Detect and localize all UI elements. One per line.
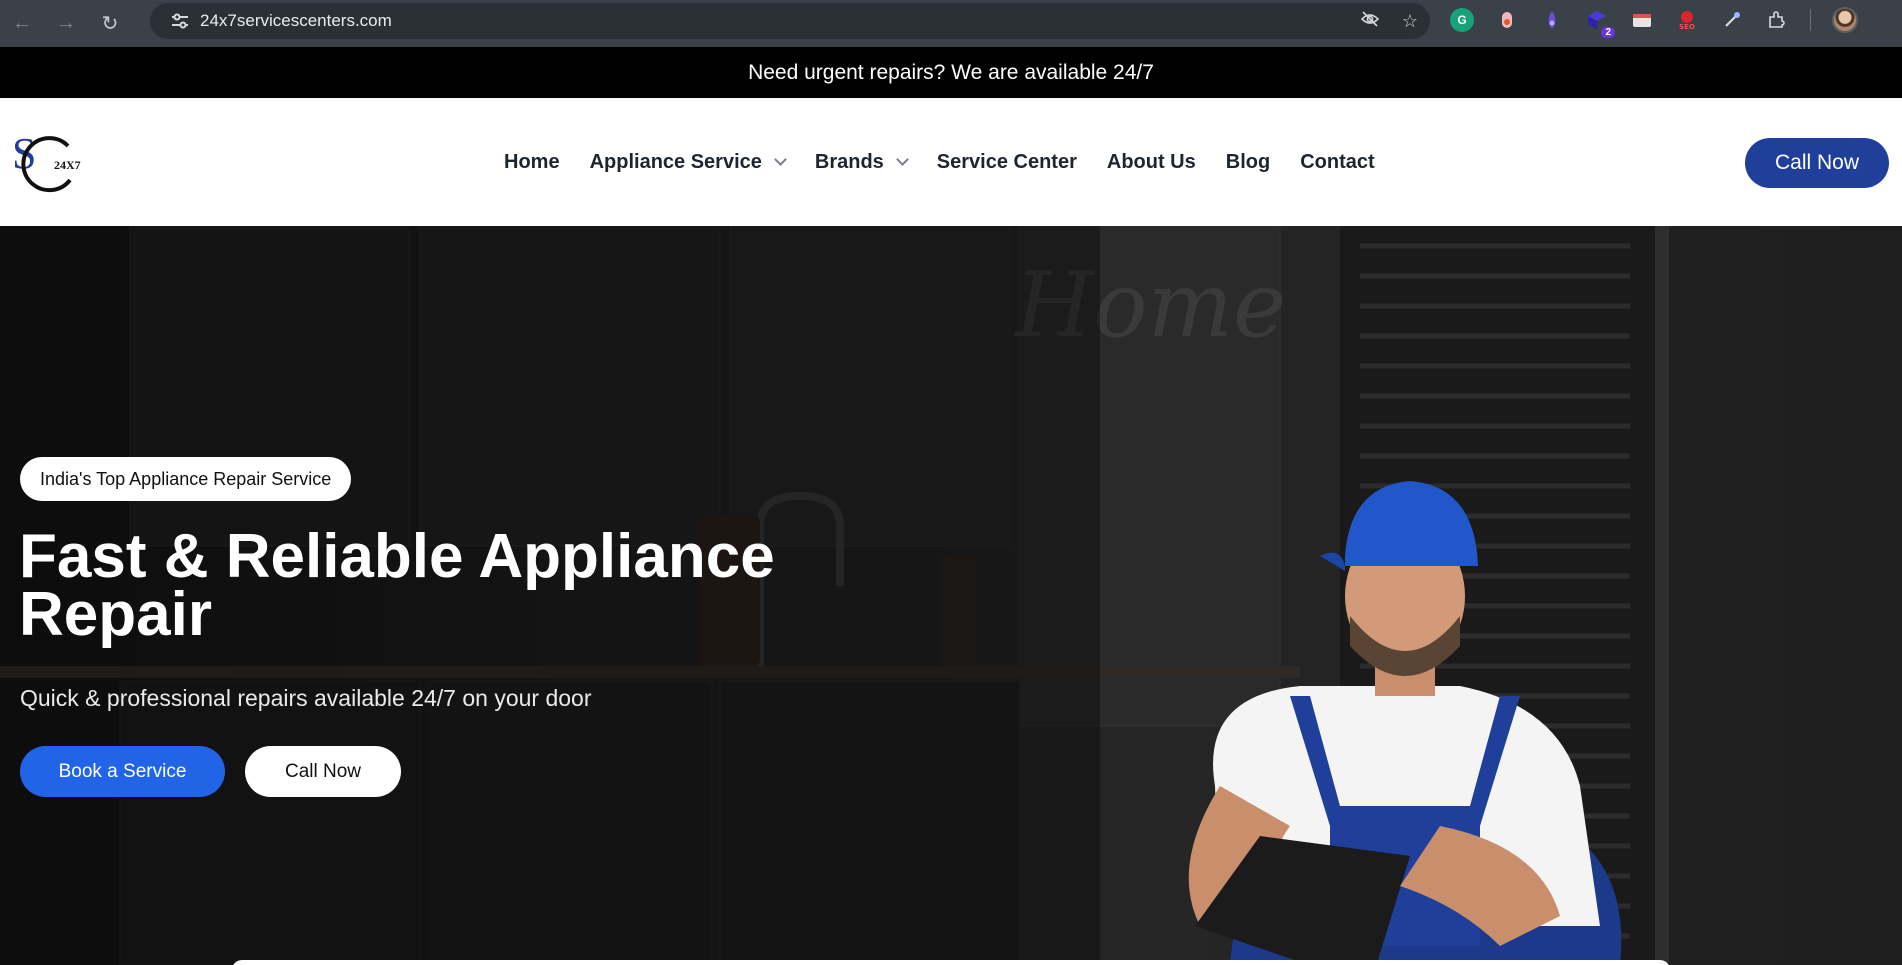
site-header: S 24X7 Home Appliance Service Brands Ser… — [0, 98, 1902, 226]
nav-about-us[interactable]: About Us — [1107, 151, 1196, 174]
hero-title-line-2: Repair — [19, 580, 212, 649]
eyedropper-icon[interactable] — [1720, 8, 1744, 32]
nav-about-us-label: About Us — [1106, 150, 1196, 173]
extension-hex-icon[interactable]: 2 — [1585, 8, 1615, 38]
forward-icon[interactable]: → — [44, 6, 88, 42]
back-icon[interactable]: ← — [0, 6, 44, 42]
profile-avatar[interactable] — [1832, 7, 1858, 33]
extension-card-icon[interactable] — [1630, 8, 1654, 32]
chevron-down-icon — [895, 152, 909, 166]
extension-drop-icon[interactable] — [1540, 8, 1564, 32]
header-call-now-button[interactable]: Call Now — [1745, 138, 1889, 188]
announcement-bar: Need urgent repairs? We are available 24… — [0, 47, 1902, 98]
nav-contact-label: Contact — [1300, 150, 1375, 173]
grammarly-icon[interactable]: G — [1450, 8, 1474, 32]
announcement-text: Need urgent repairs? We are available 24… — [748, 60, 1154, 84]
url-text[interactable]: 24x7servicescenters.com — [200, 11, 392, 31]
extension-pink-icon[interactable] — [1495, 8, 1519, 32]
logo-text: 24X7 — [54, 158, 81, 172]
eye-off-icon[interactable] — [1360, 10, 1380, 33]
address-bar[interactable]: 24x7servicescenters.com ☆ — [150, 3, 1430, 39]
extensions-bar: G 2 SEO — [1450, 0, 1858, 40]
reload-icon[interactable]: ↻ — [88, 6, 132, 42]
nav-service-center-label: Service Center — [936, 150, 1077, 173]
nav-brands-label: Brands — [814, 150, 884, 173]
toolbar-divider — [1810, 9, 1811, 31]
svg-text:SEO: SEO — [1679, 23, 1695, 31]
hero-section: Home India's Top Appliance Repair Servic… — [0, 226, 1902, 965]
browser-toolbar: ← → ↻ 24x7servicescenters.com ☆ G 2 SEO — [0, 0, 1902, 47]
seo-icon[interactable]: SEO — [1675, 8, 1699, 32]
nav-home-label: Home — [504, 150, 560, 173]
nav-blog[interactable]: Blog — [1226, 151, 1270, 174]
extension-count-badge: 2 — [1601, 27, 1615, 38]
hero-badge: India's Top Appliance Repair Service — [20, 457, 352, 501]
nav-home[interactable]: Home — [504, 151, 560, 174]
search-card-top-edge — [232, 960, 1670, 965]
nav-appliance-service-label: Appliance Service — [589, 150, 762, 173]
site-logo[interactable]: S 24X7 — [10, 126, 84, 196]
main-navigation: Home Appliance Service Brands Service Ce… — [504, 98, 1405, 226]
nav-blog-label: Blog — [1225, 150, 1271, 173]
hero-call-now-button[interactable]: Call Now — [245, 746, 401, 797]
bookmark-star-icon[interactable]: ☆ — [1402, 11, 1418, 32]
hero-title: Fast & Reliable Appliance Repair — [19, 526, 819, 646]
chevron-down-icon — [774, 152, 787, 166]
nav-service-center[interactable]: Service Center — [937, 151, 1077, 174]
nav-appliance-service[interactable]: Appliance Service — [589, 150, 787, 174]
puzzle-icon[interactable] — [1765, 8, 1789, 32]
nav-contact[interactable]: Contact — [1300, 151, 1374, 174]
site-settings-icon[interactable] — [160, 13, 200, 29]
nav-brands[interactable]: Brands — [814, 150, 909, 174]
book-service-button[interactable]: Book a Service — [20, 746, 225, 797]
hero-subtitle: Quick & professional repairs available 2… — [20, 685, 592, 711]
